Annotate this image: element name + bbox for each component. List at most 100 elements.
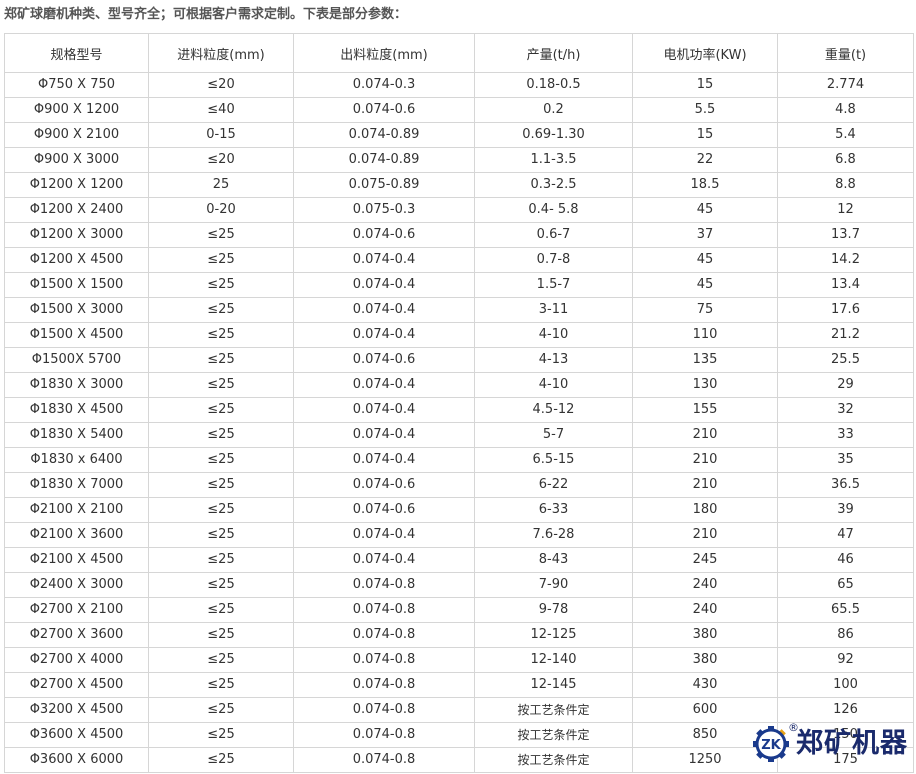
table-cell: ≤25 bbox=[148, 622, 294, 648]
column-header: 重量(t) bbox=[777, 33, 914, 73]
table-row: Φ2400 X 3000 ≤25 0.074-0.8 7-90 240 65 bbox=[4, 572, 914, 598]
table-cell: 180 bbox=[632, 497, 778, 523]
table-row: Φ1830 X 7000 ≤25 0.074-0.6 6-22 210 36.5 bbox=[4, 472, 914, 498]
table-cell: 按工艺条件定 bbox=[474, 722, 633, 748]
table-cell: 65 bbox=[777, 572, 914, 598]
table-cell: 210 bbox=[632, 447, 778, 473]
table-cell: 6-22 bbox=[474, 472, 633, 498]
table-cell: 39 bbox=[777, 497, 914, 523]
table-cell: 13.4 bbox=[777, 272, 914, 298]
header-row: 规格型号 进料粒度(mm) 出料粒度(mm) 产量(t/h) 电机功率(KW) 重量(t) bbox=[4, 33, 914, 73]
table-row: Φ1200 X 2400 0-20 0.075-0.3 0.4- 5.8 45 12 bbox=[4, 197, 914, 223]
table-cell: 6.5-15 bbox=[474, 447, 633, 473]
table-cell: 210 bbox=[632, 472, 778, 498]
table-cell: Φ2700 X 4500 bbox=[4, 672, 149, 698]
table-cell: 14.2 bbox=[777, 247, 914, 273]
table-cell: 380 bbox=[632, 647, 778, 673]
table-cell: 0.074-0.8 bbox=[293, 572, 475, 598]
table-cell: Φ1830 X 3000 bbox=[4, 372, 149, 398]
table-cell: Φ900 X 1200 bbox=[4, 97, 149, 123]
brand-name: 郑矿机器 bbox=[796, 728, 908, 759]
table-cell: 126 bbox=[777, 697, 914, 723]
table-cell: 0.074-0.89 bbox=[293, 122, 475, 148]
table-cell: Φ3600 X 6000 bbox=[4, 747, 149, 773]
table-cell: Φ2100 X 2100 bbox=[4, 497, 149, 523]
table-cell: 0.074-0.6 bbox=[293, 97, 475, 123]
table-cell: 25 bbox=[148, 172, 294, 198]
table-cell: 4-13 bbox=[474, 347, 633, 373]
table-cell: 7.6-28 bbox=[474, 522, 633, 548]
table-cell: 45 bbox=[632, 247, 778, 273]
table-cell: 0.18-0.5 bbox=[474, 72, 633, 98]
table-cell: 5-7 bbox=[474, 422, 633, 448]
table-cell: 110 bbox=[632, 322, 778, 348]
table-row: Φ1200 X 3000 ≤25 0.074-0.6 0.6-7 37 13.7 bbox=[4, 222, 914, 248]
spec-table: 规格型号 进料粒度(mm) 出料粒度(mm) 产量(t/h) 电机功率(KW) 重量(t)… bbox=[4, 33, 914, 773]
table-cell: Φ1500X 5700 bbox=[4, 347, 149, 373]
table-cell: Φ1830 x 6400 bbox=[4, 447, 149, 473]
table-cell: Φ3200 X 4500 bbox=[4, 697, 149, 723]
table-cell: 12-140 bbox=[474, 647, 633, 673]
table-row: Φ900 X 3000 ≤20 0.074-0.89 1.1-3.5 22 6.8 bbox=[4, 147, 914, 173]
table-cell: 12-145 bbox=[474, 672, 633, 698]
table-cell: 75 bbox=[632, 297, 778, 323]
table-cell: 0.074-0.8 bbox=[293, 697, 475, 723]
table-row: Φ750 X 750 ≤20 0.074-0.3 0.18-0.5 15 2.774 bbox=[4, 72, 914, 98]
table-cell: 430 bbox=[632, 672, 778, 698]
table-cell: ≤20 bbox=[148, 72, 294, 98]
table-cell: 33 bbox=[777, 422, 914, 448]
table-row: Φ2700 X 4500 ≤25 0.074-0.8 12-145 430 100 bbox=[4, 672, 914, 698]
table-cell: 380 bbox=[632, 622, 778, 648]
table-row: Φ1200 X 4500 ≤25 0.074-0.4 0.7-8 45 14.2 bbox=[4, 247, 914, 273]
table-row: Φ1830 X 5400 ≤25 0.074-0.4 5-7 210 33 bbox=[4, 422, 914, 448]
table-cell: 0.074-0.4 bbox=[293, 272, 475, 298]
table-row: Φ900 X 1200 ≤40 0.074-0.6 0.2 5.5 4.8 bbox=[4, 97, 914, 123]
table-row: Φ2700 X 4000 ≤25 0.074-0.8 12-140 380 92 bbox=[4, 647, 914, 673]
table-cell: 32 bbox=[777, 397, 914, 423]
table-cell: 210 bbox=[632, 422, 778, 448]
table-cell: Φ2400 X 3000 bbox=[4, 572, 149, 598]
table-cell: 36.5 bbox=[777, 472, 914, 498]
table-cell: 45 bbox=[632, 197, 778, 223]
table-cell: Φ3600 X 4500 bbox=[4, 722, 149, 748]
table-row: Φ2700 X 2100 ≤25 0.074-0.8 9-78 240 65.5 bbox=[4, 597, 914, 623]
table-cell: ≤25 bbox=[148, 722, 294, 748]
table-cell: ≤25 bbox=[148, 297, 294, 323]
table-cell: Φ1500 X 3000 bbox=[4, 297, 149, 323]
table-cell: 22 bbox=[632, 147, 778, 173]
table-cell: 18.5 bbox=[632, 172, 778, 198]
table-cell: 0.074-0.6 bbox=[293, 347, 475, 373]
table-cell: 0.075-0.3 bbox=[293, 197, 475, 223]
table-cell: ≤25 bbox=[148, 247, 294, 273]
table-cell: 29 bbox=[777, 372, 914, 398]
table-cell: 0.3-2.5 bbox=[474, 172, 633, 198]
table-cell: Φ2100 X 4500 bbox=[4, 547, 149, 573]
table-cell: 1.5-7 bbox=[474, 272, 633, 298]
table-row: Φ3200 X 4500 ≤25 0.074-0.8 按工艺条件定 600 126 bbox=[4, 697, 914, 723]
table-row: Φ1500 X 1500 ≤25 0.074-0.4 1.5-7 45 13.4 bbox=[4, 272, 914, 298]
column-header: 电机功率(KW) bbox=[632, 33, 778, 73]
table-cell: 5.4 bbox=[777, 122, 914, 148]
table-cell: 6.8 bbox=[777, 147, 914, 173]
table-cell: 245 bbox=[632, 547, 778, 573]
table-cell: ≤25 bbox=[148, 422, 294, 448]
table-cell: 65.5 bbox=[777, 597, 914, 623]
table-cell: Φ750 X 750 bbox=[4, 72, 149, 98]
table-cell: ≤25 bbox=[148, 672, 294, 698]
table-cell: ≤20 bbox=[148, 147, 294, 173]
table-row: Φ1500 X 3000 ≤25 0.074-0.4 3-11 75 17.6 bbox=[4, 297, 914, 323]
table-cell: 0.4- 5.8 bbox=[474, 197, 633, 223]
table-cell: 135 bbox=[632, 347, 778, 373]
table-cell: 240 bbox=[632, 597, 778, 623]
table-cell: 0.074-0.4 bbox=[293, 397, 475, 423]
spec-table-head: 规格型号 进料粒度(mm) 出料粒度(mm) 产量(t/h) 电机功率(KW) 重量(t) bbox=[4, 33, 914, 73]
logo-mark-text: ZK bbox=[761, 738, 781, 753]
table-cell: 21.2 bbox=[777, 322, 914, 348]
table-cell: Φ2700 X 4000 bbox=[4, 647, 149, 673]
table-cell: Φ2100 X 3600 bbox=[4, 522, 149, 548]
table-cell: Φ1830 X 7000 bbox=[4, 472, 149, 498]
table-cell: 37 bbox=[632, 222, 778, 248]
table-row: Φ1830 X 3000 ≤25 0.074-0.4 4-10 130 29 bbox=[4, 372, 914, 398]
table-cell: 17.6 bbox=[777, 297, 914, 323]
table-cell: ≤25 bbox=[148, 547, 294, 573]
